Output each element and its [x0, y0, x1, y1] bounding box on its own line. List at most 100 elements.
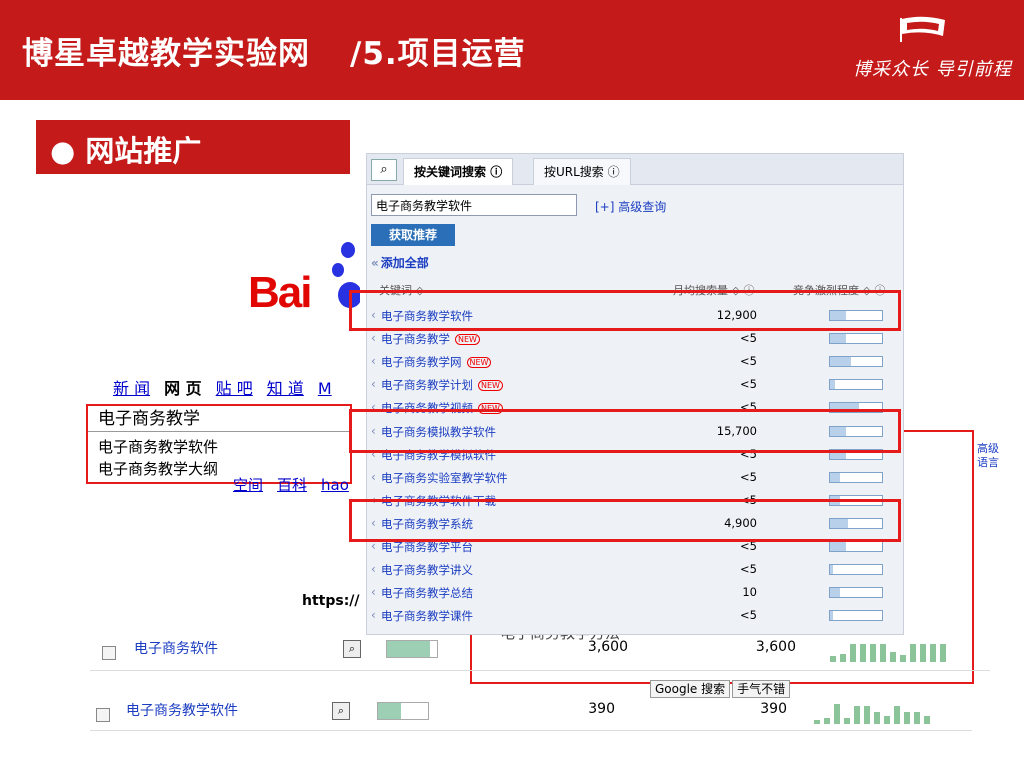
trend-bar [920, 644, 926, 662]
chevron-left-icon[interactable]: ‹ [371, 377, 376, 391]
trend-bar [930, 644, 936, 662]
chevron-left-icon[interactable]: ‹ [371, 585, 376, 599]
bar-fill [830, 611, 833, 621]
trend-bar [910, 644, 916, 662]
section-label: ● 网站推广 [50, 134, 202, 168]
keyword-row[interactable]: ‹ 电子商务教学网 NEW <5 [367, 350, 903, 373]
trend-bar [844, 718, 850, 724]
help-icon[interactable]: ⓘ [608, 165, 620, 179]
nav-news[interactable]: 新 闻 [113, 379, 150, 398]
link-hao[interactable]: hao [321, 476, 349, 494]
competition-bar [377, 702, 429, 720]
tab-keyword-search[interactable]: 按关键词搜索 ⓘ [403, 158, 514, 185]
chevron-left-icon[interactable]: ‹ [371, 354, 376, 368]
keyword-row[interactable]: ‹ 电子商务教学课件 <5 [367, 604, 903, 627]
suggestion-item[interactable]: 电子商务教学大纲 [98, 458, 218, 479]
keyword-tool-panel: ⌕ 按关键词搜索 ⓘ 按URL搜索 ⓘ 电子商务教学软件 [+] 高级查询 获取… [366, 153, 904, 635]
google-side-links: 高级 语言 [977, 442, 999, 470]
row-keyword[interactable]: 电子商务教学软件 [126, 700, 238, 720]
link-space[interactable]: 空间 [233, 476, 263, 494]
bar-fill [830, 334, 846, 344]
row-keyword[interactable]: 电子商务软件 [134, 638, 218, 658]
get-suggestions-button[interactable]: 获取推荐 [371, 224, 455, 246]
new-badge: NEW [455, 334, 480, 346]
row-checkbox[interactable] [102, 646, 116, 660]
baidu-logo: Bai [248, 268, 313, 317]
keyword-text[interactable]: 电子商务教学 NEW [381, 331, 480, 347]
link-language[interactable]: 语言 [977, 456, 999, 470]
bar-fill [830, 542, 846, 551]
keyword-row[interactable]: ‹ 电子商务教学总结 10 [367, 581, 903, 604]
search-icon: ⌕ [371, 159, 397, 181]
keyword-text[interactable]: 电子商务教学讲义 [381, 562, 473, 578]
link-advanced[interactable]: 高级 [977, 442, 999, 456]
trend-bar [864, 706, 870, 724]
keyword-text[interactable]: 电子商务教学课件 [381, 608, 473, 624]
competition-bar [829, 333, 883, 345]
trend-bar [814, 720, 820, 724]
advanced-query-link[interactable]: [+] 高级查询 [595, 198, 666, 215]
slogan: 博采众长 导引前程 [853, 59, 1012, 80]
highlight-box [349, 409, 901, 453]
trend-bar [914, 712, 920, 724]
bar-fill [830, 357, 851, 367]
chevron-left-icon[interactable]: ‹ [371, 562, 376, 576]
competition-bar [386, 640, 438, 658]
nav-web[interactable]: 网 页 [164, 379, 202, 398]
chevron-left-icon[interactable]: ‹ [371, 331, 376, 345]
new-badge: NEW [478, 380, 503, 392]
competition-bar [829, 356, 883, 368]
magnifier-icon[interactable]: ⌕ [343, 640, 361, 658]
local-volume: 390 [588, 701, 615, 717]
chevron-left-icon[interactable]: ‹ [371, 470, 376, 484]
highlight-box [349, 499, 901, 542]
competition-bar [829, 541, 883, 552]
keyword-row[interactable]: ‹ 电子商务实验室教学软件 <5 [367, 466, 903, 489]
trend-bar [870, 644, 876, 662]
baidu-bottom-links: 空间 百科 hao [233, 474, 363, 495]
page-title: 博星卓越教学实验网/5.项目运营 [22, 28, 526, 73]
trend-bar [940, 644, 946, 662]
keyword-row[interactable]: ‹ 电子商务教学讲义 <5 [367, 558, 903, 581]
row-checkbox[interactable] [96, 708, 110, 722]
trend-bar [834, 704, 840, 724]
url-text: https:// [302, 593, 360, 609]
add-all-label: 添加全部 [380, 256, 429, 270]
trend-sparkline [830, 642, 960, 662]
chevron-left-icon[interactable]: ‹ [371, 608, 376, 622]
keyword-text[interactable]: 电子商务实验室教学软件 [381, 470, 508, 486]
nav-more[interactable]: M [318, 379, 332, 398]
nav-zhidao[interactable]: 知 道 [267, 379, 304, 398]
tab-url-search[interactable]: 按URL搜索 ⓘ [533, 158, 631, 185]
baidu-search-input[interactable]: 电子商务教学 [88, 406, 350, 432]
nav-tieba[interactable]: 贴 吧 [216, 379, 253, 398]
keyword-input[interactable]: 电子商务教学软件 [371, 194, 577, 216]
baidu-nav: 新 闻网 页贴 吧知 道 M [113, 375, 346, 399]
trend-bar [854, 706, 860, 724]
trend-bar [924, 716, 930, 724]
section-path: /5.项目运营 [350, 36, 526, 72]
trend-sparkline [814, 704, 944, 724]
monthly-volume: 10 [742, 585, 757, 600]
bar-fill [387, 641, 430, 657]
monthly-volume: <5 [740, 354, 757, 369]
add-all-link[interactable]: «添加全部 [371, 254, 429, 271]
competition-bar [829, 379, 883, 391]
keyword-row[interactable]: ‹ 电子商务教学计划 NEW <5 [367, 373, 903, 396]
bar-fill [378, 703, 401, 719]
keyword-text[interactable]: 电子商务教学总结 [381, 585, 473, 601]
help-icon[interactable]: ⓘ [490, 165, 502, 179]
monthly-volume: <5 [740, 377, 757, 392]
magnifier-icon[interactable]: ⌕ [332, 702, 350, 720]
flag-logo-icon [900, 16, 945, 42]
competition-bar [829, 564, 883, 576]
keyword-text[interactable]: 电子商务教学计划 NEW [381, 377, 503, 393]
keyword-text[interactable]: 电子商务教学网 NEW [381, 354, 492, 370]
suggestion-item[interactable]: 电子商务教学软件 [98, 436, 218, 457]
trend-bar [904, 712, 910, 724]
trend-bar [900, 655, 906, 662]
trend-bar [830, 656, 836, 662]
link-baike[interactable]: 百科 [277, 476, 307, 494]
competition-bar [829, 587, 883, 599]
bar-fill [830, 588, 840, 598]
